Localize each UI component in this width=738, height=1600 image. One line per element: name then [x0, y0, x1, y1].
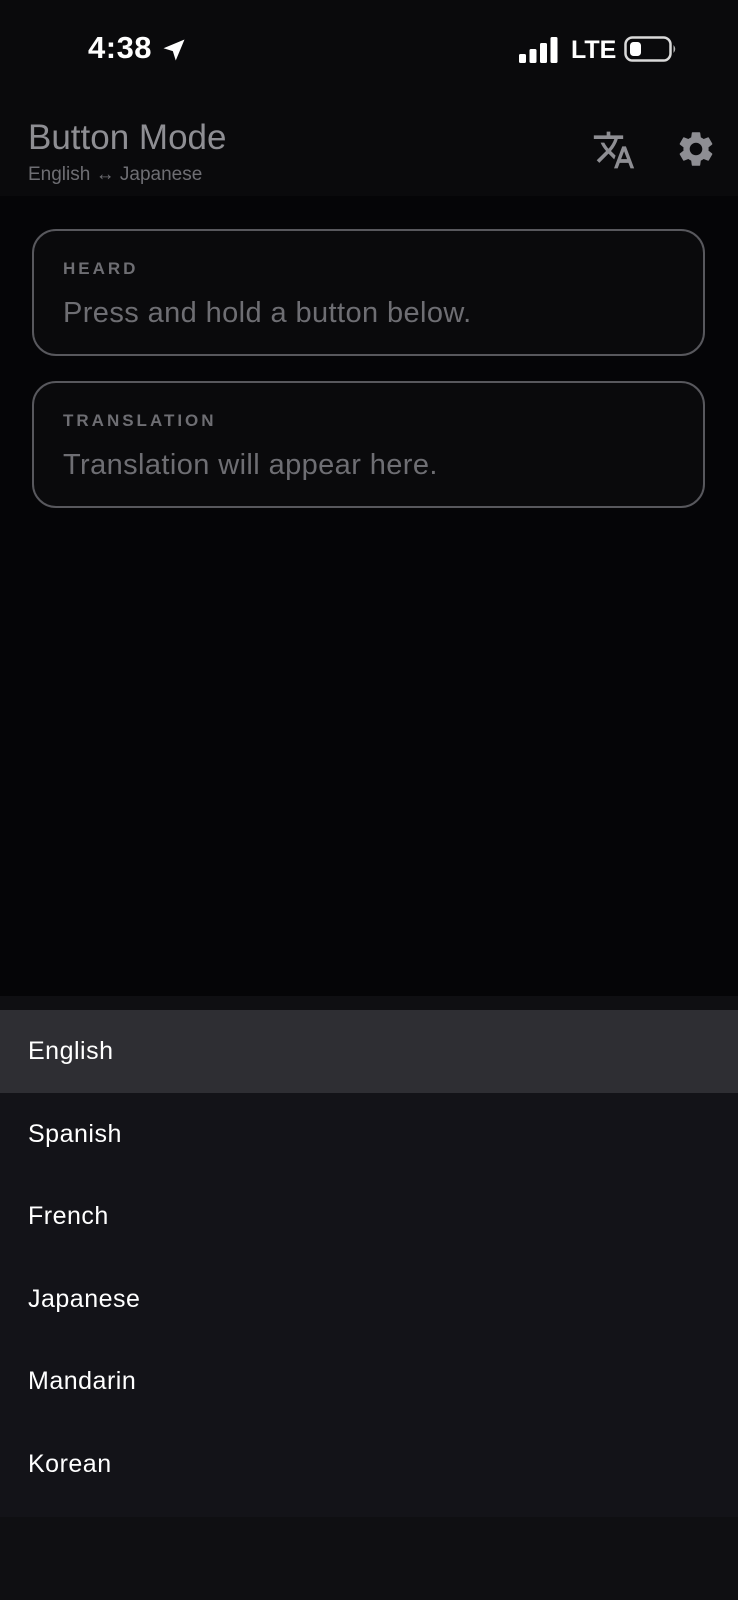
- translate-icon[interactable]: [592, 128, 636, 172]
- language-option-english[interactable]: English: [0, 1010, 738, 1093]
- language-option-korean[interactable]: Korean: [0, 1423, 738, 1506]
- language-option-french[interactable]: French: [0, 1175, 738, 1258]
- language-option-japanese[interactable]: Japanese: [0, 1258, 738, 1341]
- location-arrow-icon: [163, 39, 185, 61]
- page-title: Button Mode: [28, 118, 227, 157]
- language-option-mandarin[interactable]: Mandarin: [0, 1340, 738, 1423]
- heard-card: HEARD Press and hold a button below.: [32, 229, 705, 356]
- gear-icon[interactable]: [675, 128, 717, 170]
- status-time: 4:38: [88, 30, 153, 65]
- translation-text: Translation will appear here.: [63, 449, 438, 481]
- heard-label: HEARD: [63, 259, 139, 278]
- language-option-spanish[interactable]: Spanish: [0, 1093, 738, 1176]
- cellular-signal-icon: [519, 37, 558, 63]
- status-bar: 4:38 LTE: [0, 0, 738, 100]
- heard-text: Press and hold a button below.: [63, 297, 472, 329]
- app-header: Button Mode English ↔ Japanese: [0, 100, 738, 196]
- translation-label: TRANSLATION: [63, 411, 217, 430]
- language-menu: English Spanish French Japanese Mandarin…: [0, 1010, 738, 1517]
- battery-low-icon: [624, 36, 676, 62]
- network-type-label: LTE: [571, 36, 617, 64]
- language-pair-subtitle: English ↔ Japanese: [28, 164, 203, 185]
- translation-card: TRANSLATION Translation will appear here…: [32, 381, 705, 508]
